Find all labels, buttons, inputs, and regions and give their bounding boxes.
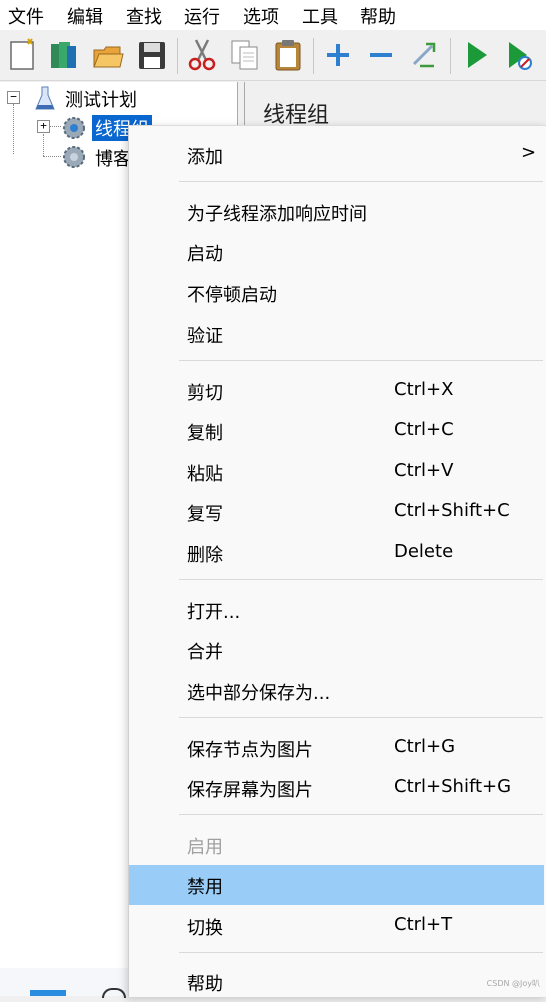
menu-item-label: 验证 <box>187 326 223 347</box>
menu-item-cut[interactable]: 剪切 Ctrl+X <box>129 371 544 411</box>
menu-item-save-node-image[interactable]: 保存节点为图片 Ctrl+G <box>129 728 544 768</box>
menu-item-help[interactable]: 帮助 <box>129 962 544 1002</box>
tree-root-test-plan[interactable]: 测试计划 <box>65 86 137 112</box>
menu-item-label: 为子线程添加响应时间 <box>187 204 367 225</box>
menu-item-duplicate[interactable]: 复写 Ctrl+Shift+C <box>129 492 544 532</box>
menu-item-label: 禁用 <box>187 877 223 898</box>
taskbar <box>0 968 130 998</box>
thread-group-icon <box>63 117 85 139</box>
toolbar-separator <box>177 38 178 74</box>
menu-item-label: 保存节点为图片 <box>187 740 313 761</box>
menu-item-merge[interactable]: 合并 <box>129 630 544 670</box>
toolbar-separator <box>450 38 451 74</box>
menu-item-label: 复写 <box>187 504 223 525</box>
menu-options[interactable]: 选项 <box>243 3 279 29</box>
menu-item-label: 保存屏幕为图片 <box>187 780 313 801</box>
menu-item-shortcut: Ctrl+Shift+C <box>394 500 510 521</box>
menu-separator <box>179 952 543 953</box>
cut-icon[interactable] <box>186 38 218 72</box>
menu-item-toggle[interactable]: 切换 Ctrl+T <box>129 906 544 946</box>
menu-item-label: 打开... <box>187 602 241 623</box>
toggle-icon[interactable] <box>408 38 440 72</box>
toolbar <box>0 30 546 81</box>
menu-item-save-selection-as[interactable]: 选中部分保存为... <box>129 671 544 711</box>
expand-icon[interactable] <box>322 38 354 72</box>
open-icon[interactable] <box>92 38 124 72</box>
paste-icon[interactable] <box>272 38 304 72</box>
menu-item-label: 复制 <box>187 423 223 444</box>
menu-item-shortcut: Ctrl+Shift+G <box>394 776 512 797</box>
menu-item-shortcut: Ctrl+C <box>394 419 454 440</box>
menu-item-label: 启动 <box>187 244 223 265</box>
menu-item-label: 合并 <box>187 642 223 663</box>
menu-search[interactable]: 查找 <box>126 3 162 29</box>
menu-item-shortcut: Ctrl+T <box>394 914 453 935</box>
menu-run[interactable]: 运行 <box>184 3 220 29</box>
menu-item-label: 不停顿启动 <box>187 285 277 306</box>
app-icon-fragment <box>102 988 126 998</box>
menu-edit[interactable]: 编辑 <box>67 3 103 29</box>
menu-item-disable[interactable]: 禁用 <box>129 865 544 905</box>
menu-item-shortcut: Ctrl+X <box>394 379 454 400</box>
menu-item-add[interactable]: 添加 > <box>129 135 544 175</box>
menu-item-start[interactable]: 启动 <box>129 232 544 272</box>
menu-item-save-screen-image[interactable]: 保存屏幕为图片 Ctrl+Shift+G <box>129 768 544 808</box>
menu-separator <box>179 360 543 361</box>
menu-item-add-response-time[interactable]: 为子线程添加响应时间 <box>129 192 544 232</box>
start-no-pauses-icon[interactable] <box>503 38 535 72</box>
menu-item-delete[interactable]: 删除 Delete <box>129 533 544 573</box>
menu-item-shortcut: Delete <box>394 541 454 562</box>
menu-item-validate[interactable]: 验证 <box>129 314 544 354</box>
tree-connector <box>43 156 61 157</box>
menu-item-shortcut: Ctrl+V <box>394 460 454 481</box>
tree-item-blog[interactable]: 博客 <box>95 145 131 171</box>
copy-icon[interactable] <box>229 38 261 72</box>
menu-item-label: 删除 <box>187 545 223 566</box>
menu-item-copy[interactable]: 复制 Ctrl+C <box>129 411 544 451</box>
watermark: CSDN @Joy叭 <box>486 979 540 988</box>
templates-icon[interactable] <box>47 38 79 72</box>
toolbar-separator <box>313 38 314 74</box>
menu-item-label: 剪切 <box>187 383 223 404</box>
menu-item-label: 帮助 <box>187 974 223 995</box>
menu-item-shortcut: Ctrl+G <box>394 736 456 757</box>
menu-item-label: 切换 <box>187 918 223 939</box>
menu-help[interactable]: 帮助 <box>360 3 396 29</box>
menu-item-label: 选中部分保存为... <box>187 683 331 704</box>
menu-item-start-no-pauses[interactable]: 不停顿启动 <box>129 273 544 313</box>
start-icon-fragment <box>30 990 66 996</box>
tree-connector <box>43 134 44 156</box>
menu-item-paste[interactable]: 粘贴 Ctrl+V <box>129 452 544 492</box>
new-icon[interactable] <box>6 38 38 72</box>
start-icon[interactable] <box>460 38 492 72</box>
menu-item-label: 添加 <box>187 147 223 168</box>
thread-group-icon <box>63 146 85 168</box>
menu-bar: 文件 编辑 查找 运行 选项 工具 帮助 <box>0 0 546 30</box>
menu-separator <box>179 717 543 718</box>
chevron-right-icon: > <box>521 142 537 163</box>
tree-connector <box>13 104 14 154</box>
menu-item-open[interactable]: 打开... <box>129 590 544 630</box>
collapse-icon[interactable] <box>365 38 397 72</box>
menu-item-label: 粘贴 <box>187 464 223 485</box>
menu-item-label: 启用 <box>187 837 223 858</box>
menu-separator <box>179 579 543 580</box>
collapse-toggle[interactable]: − <box>7 91 20 104</box>
test-plan-icon <box>35 86 55 110</box>
menu-separator <box>179 814 543 815</box>
menu-file[interactable]: 文件 <box>8 3 44 29</box>
menu-item-enable: 启用 <box>129 825 544 865</box>
context-menu: 添加 > 为子线程添加响应时间 启动 不停顿启动 验证 剪切 Ctrl+X 复制… <box>128 125 546 997</box>
save-icon[interactable] <box>136 38 168 72</box>
menu-separator <box>179 181 543 182</box>
menu-tools[interactable]: 工具 <box>302 3 338 29</box>
